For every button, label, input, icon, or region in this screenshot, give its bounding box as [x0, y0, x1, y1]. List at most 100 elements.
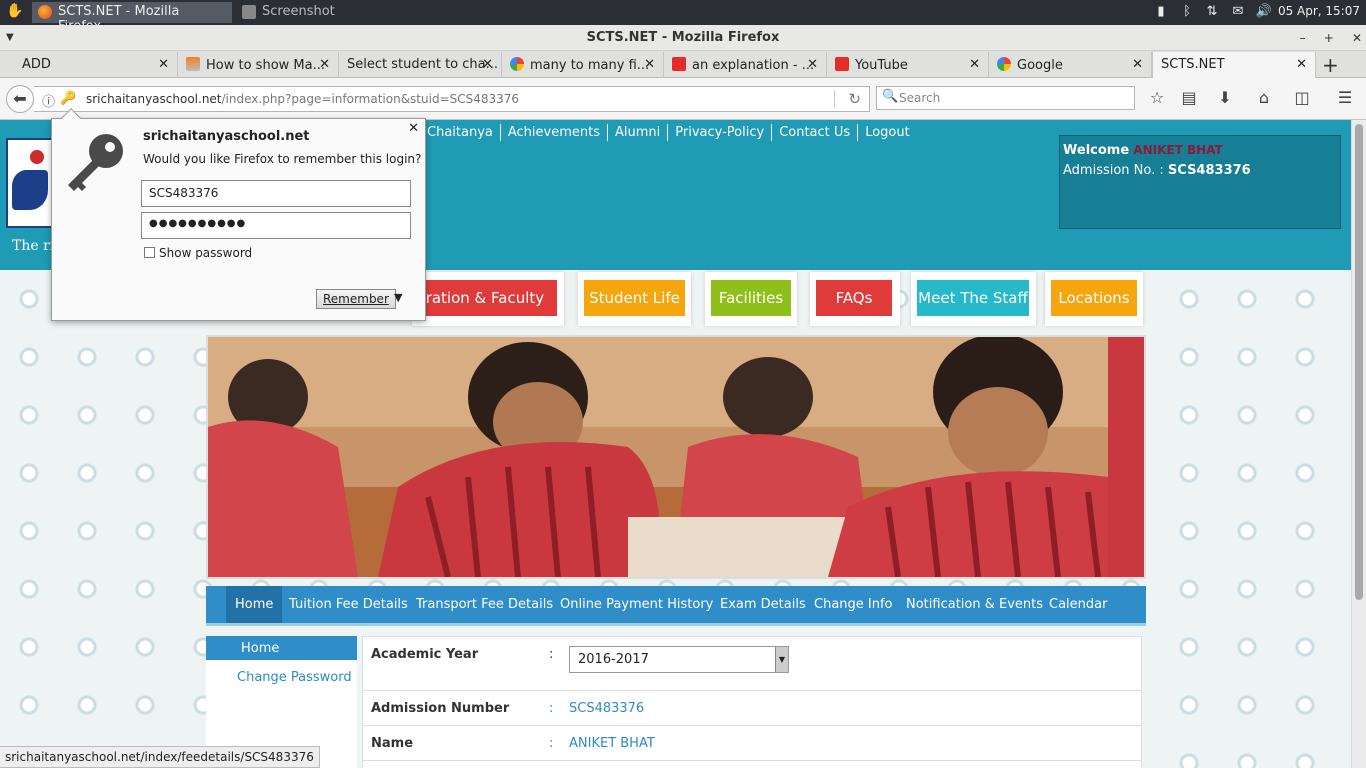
app-menu-icon[interactable]: ✋ [6, 3, 23, 19]
tab-close-icon[interactable]: ✕ [319, 57, 330, 72]
topnav-logout[interactable]: Logout [858, 124, 917, 141]
close-icon[interactable]: ✕ [408, 121, 419, 136]
colon: : [549, 647, 554, 662]
url-bar[interactable]: ⓘ 🔑 srichaitanyaschool.net/index.php?pag… [34, 86, 870, 112]
youtube-icon [835, 57, 849, 71]
username-field[interactable]: SCS483376 [141, 180, 411, 207]
popup-domain: srichaitanyaschool.net [143, 129, 310, 144]
menu-notification-events[interactable]: Notification & Events [897, 586, 1052, 623]
tab-an-explanation[interactable]: an explanation - ... ✕ [664, 52, 827, 78]
tab-close-icon[interactable]: ✕ [1296, 57, 1307, 72]
sidebar-item-change-password[interactable]: Change Password [237, 670, 352, 685]
topnav-alumni[interactable]: Alumni [608, 124, 669, 141]
search-placeholder: Search [899, 91, 941, 105]
menu-change-info[interactable]: Change Info [805, 586, 902, 623]
window-titlebar: ▼ SCTS.NET - Mozilla Firefox – + ✕ [0, 25, 1366, 51]
menu-exam-details[interactable]: Exam Details [711, 586, 815, 623]
reload-icon[interactable]: ↻ [848, 90, 861, 108]
menu-home[interactable]: Home [226, 586, 283, 623]
topnav-chaitanya[interactable]: Chaitanya [420, 124, 501, 141]
maximize-icon[interactable]: + [1324, 31, 1334, 45]
admission-number-row: Admission Number : SCS483376 [363, 691, 1141, 726]
colon: : [549, 701, 554, 716]
menu-transport-fee-details[interactable]: Transport Fee Details [407, 586, 562, 623]
battery-icon[interactable]: ▮ [1152, 4, 1170, 21]
academic-year-select[interactable]: 2016-2017 ▼ [569, 646, 789, 673]
network-icon[interactable]: ⇅ [1203, 4, 1221, 21]
tab-close-icon[interactable]: ✕ [1132, 57, 1143, 72]
tab-bar: ADD ✕ How to show Ma... ✕ Select student… [0, 51, 1366, 78]
menu-calendar[interactable]: Calendar [1040, 586, 1116, 623]
google-icon [997, 57, 1011, 71]
tab-label: Google [1017, 58, 1063, 73]
url-domain: srichaitanyaschool.net [86, 92, 222, 106]
student-life-button[interactable]: Student Life [584, 280, 685, 316]
tab-close-icon[interactable]: ✕ [807, 57, 818, 72]
clock[interactable]: 05 Apr, 15:07 [1278, 4, 1360, 18]
topnav-privacy-policy[interactable]: Privacy-Policy [668, 124, 773, 141]
name-label: Name [371, 736, 414, 751]
desktop-taskbar: ✋ SCTS.NET - Mozilla Firefox Screenshot … [0, 0, 1366, 34]
bookmark-star-icon[interactable]: ☆ [1146, 88, 1168, 110]
school-logo[interactable] [6, 138, 54, 228]
page-scrollbar[interactable] [1351, 120, 1366, 768]
chevron-down-icon[interactable]: ▼ [394, 291, 402, 304]
meet-the-staff-button[interactable]: Meet The Staff [917, 280, 1029, 316]
locations-button[interactable]: Locations [1051, 280, 1137, 316]
tab-close-icon[interactable]: ✕ [482, 57, 493, 72]
hamburger-menu-icon[interactable]: ☰ [1334, 88, 1356, 110]
topnav-achievements[interactable]: Achievements [501, 124, 608, 141]
welcome-box: Welcome ANIKET BHAT Admission No. : SCS4… [1059, 135, 1341, 229]
pocket-icon[interactable]: ◫ [1291, 88, 1313, 110]
student-menu-bar: Home Tuition Fee Details Transport Fee D… [206, 586, 1146, 626]
back-icon[interactable]: ⬅ [6, 85, 34, 113]
logo-mark [12, 170, 48, 210]
remember-login-popup: srichaitanyaschool.net Would you like Fi… [51, 108, 426, 321]
welcome-name: ANIKET BHAT [1133, 143, 1223, 157]
password-value: ●●●●●●●●●● [149, 218, 247, 229]
reading-list-icon[interactable]: ▤ [1178, 88, 1200, 110]
download-icon[interactable]: ⬇ [1214, 88, 1236, 110]
student-info-panel: Academic Year : 2016-2017 ▼ Admission Nu… [362, 636, 1142, 768]
search-icon: 🔍 [882, 89, 899, 104]
chevron-down-icon: ▼ [775, 647, 788, 672]
taskbar-firefox-task[interactable]: SCTS.NET - Mozilla Firefox [32, 2, 232, 34]
remember-button[interactable]: Remember [316, 289, 396, 309]
key-icon[interactable]: 🔑 [60, 91, 76, 106]
faqs-button[interactable]: FAQs [816, 280, 892, 316]
window-title: SCTS.NET - Mozilla Firefox [586, 30, 780, 45]
new-tab-icon[interactable]: + [1322, 53, 1339, 77]
administration-faculty-button[interactable]: stration & Faculty [412, 280, 557, 316]
tab-add[interactable]: ADD ✕ [14, 52, 178, 78]
tab-google[interactable]: Google ✕ [989, 52, 1152, 78]
menu-online-payment-history[interactable]: Online Payment History [551, 586, 722, 623]
menu-tuition-fee-details[interactable]: Tuition Fee Details [280, 586, 417, 623]
tab-close-icon[interactable]: ✕ [969, 57, 980, 72]
tab-close-icon[interactable]: ✕ [158, 57, 169, 72]
window-menu-icon[interactable]: ▼ [6, 25, 14, 51]
close-window-icon[interactable]: ✕ [1352, 31, 1362, 45]
home-icon[interactable]: ⌂ [1253, 88, 1275, 110]
admission-number-label: Admission Number [371, 701, 510, 716]
facilities-button[interactable]: Facilities [711, 280, 791, 316]
password-field[interactable]: ●●●●●●●●●● [141, 212, 411, 239]
volume-icon[interactable]: 🔊 [1255, 4, 1273, 21]
sidebar-item-home[interactable]: Home [206, 636, 357, 660]
pill-student-life: Student Life [578, 272, 691, 326]
scrollbar-thumb[interactable] [1355, 124, 1363, 600]
tab-many-to-many[interactable]: many to many fi... ✕ [502, 52, 664, 78]
tab-how-to-show[interactable]: How to show Ma... ✕ [178, 52, 339, 78]
mail-icon[interactable]: ✉ [1229, 4, 1247, 21]
search-input[interactable]: 🔍 Search [876, 86, 1135, 110]
site-info-icon[interactable]: ⓘ [42, 91, 55, 110]
tab-close-icon[interactable]: ✕ [644, 57, 655, 72]
topnav-contact-us[interactable]: Contact Us [772, 124, 859, 141]
minimize-icon[interactable]: – [1300, 31, 1306, 45]
tab-scts-net[interactable]: SCTS.NET ✕ [1152, 52, 1316, 78]
tab-select-student[interactable]: Select student to cha... ✕ [339, 52, 502, 78]
show-password-checkbox[interactable]: Show password [144, 246, 252, 260]
logo-dot [30, 150, 44, 164]
bluetooth-icon[interactable]: ᛒ [1178, 4, 1196, 21]
taskbar-screenshot-task[interactable]: Screenshot [236, 2, 386, 23]
tab-youtube[interactable]: YouTube ✕ [827, 52, 989, 78]
